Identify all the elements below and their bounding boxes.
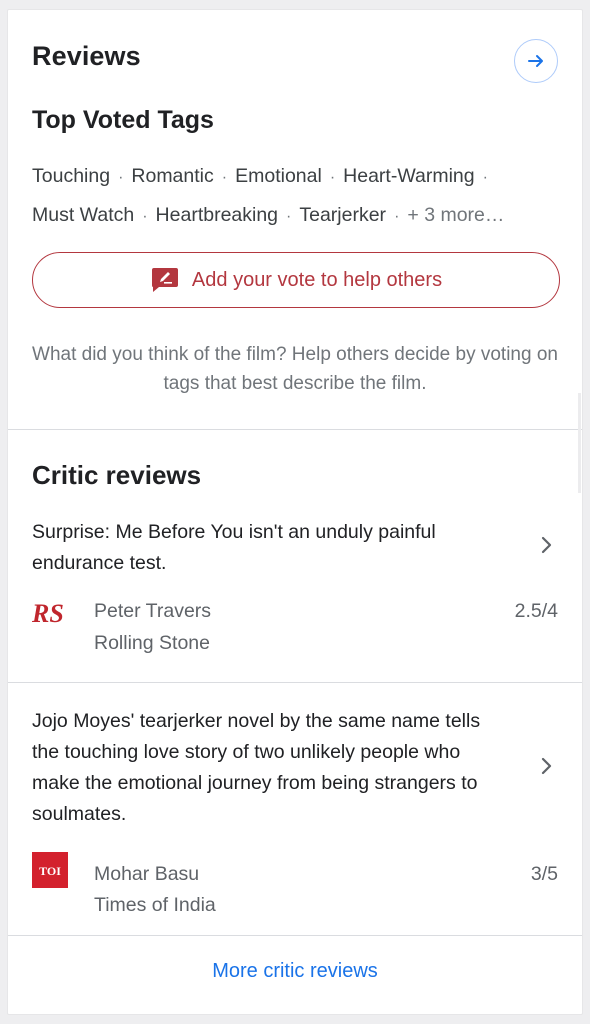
tag-heartbreaking[interactable]: Heartbreaking xyxy=(156,204,278,226)
review-divider xyxy=(8,682,582,683)
critic-outlet: Times of India xyxy=(94,894,216,916)
review-score: 2.5/4 xyxy=(514,600,558,622)
reviews-card: Reviews Top Voted Tags Touching · Romantic… xyxy=(7,9,583,1015)
reviews-title: Reviews xyxy=(32,41,141,71)
svg-text:TOI: TOI xyxy=(39,864,61,878)
review-divider xyxy=(8,935,582,936)
times-of-india-logo: TOI xyxy=(32,852,68,893)
critic-name: Peter Travers xyxy=(94,600,212,622)
reviews-header: Reviews xyxy=(32,39,558,83)
rolling-stone-logo: RS xyxy=(31,599,72,633)
more-critic-reviews-link[interactable]: More critic reviews xyxy=(8,960,582,983)
open-reviews-button[interactable] xyxy=(514,39,558,83)
chevron-right-icon xyxy=(541,757,552,775)
tags-line-1: Touching · Romantic · Emotional · Heart-Warmin… xyxy=(32,165,488,187)
critic-review-item[interactable]: Jojo Moyes' tearjerker novel by the same… xyxy=(8,706,582,926)
more-tags-link[interactable]: + 3 more… xyxy=(407,204,504,226)
tag-emotional[interactable]: Emotional xyxy=(235,165,322,187)
tags-line-2: Must Watch · Heartbreaking · Tearjerker · + 3 … xyxy=(32,204,505,226)
review-score: 3/5 xyxy=(530,863,558,885)
tag-romantic[interactable]: Romantic xyxy=(131,165,213,187)
scrollbar[interactable] xyxy=(578,393,581,493)
add-vote-button[interactable]: Add your vote to help others xyxy=(32,252,560,308)
svg-text:RS: RS xyxy=(32,600,64,628)
critic-review-item[interactable]: Surprise: Me Before You isn't an unduly … xyxy=(8,510,582,680)
chevron-right-icon xyxy=(541,536,552,554)
review-quote: Surprise: Me Before You isn't an unduly … xyxy=(32,521,436,574)
add-vote-label: Add your vote to help others xyxy=(191,268,443,291)
tag-tearjerker[interactable]: Tearjerker xyxy=(299,204,386,226)
critic-outlet: Rolling Stone xyxy=(94,632,210,654)
critic-reviews-title: Critic reviews xyxy=(32,460,202,490)
top-voted-tags-title: Top Voted Tags xyxy=(32,106,214,134)
critic-name: Mohar Basu xyxy=(94,863,200,885)
edit-pencil-icon xyxy=(151,268,178,292)
tag-must-watch[interactable]: Must Watch xyxy=(32,204,134,226)
tag-heart-warming[interactable]: Heart-Warming xyxy=(343,165,474,187)
arrow-right-icon xyxy=(528,55,543,67)
vote-help-text: What did you think of the film? Help oth… xyxy=(32,344,558,394)
section-divider xyxy=(8,429,582,430)
review-quote: Jojo Moyes' tearjerker novel by the same… xyxy=(32,710,481,825)
tag-touching[interactable]: Touching xyxy=(32,165,110,187)
